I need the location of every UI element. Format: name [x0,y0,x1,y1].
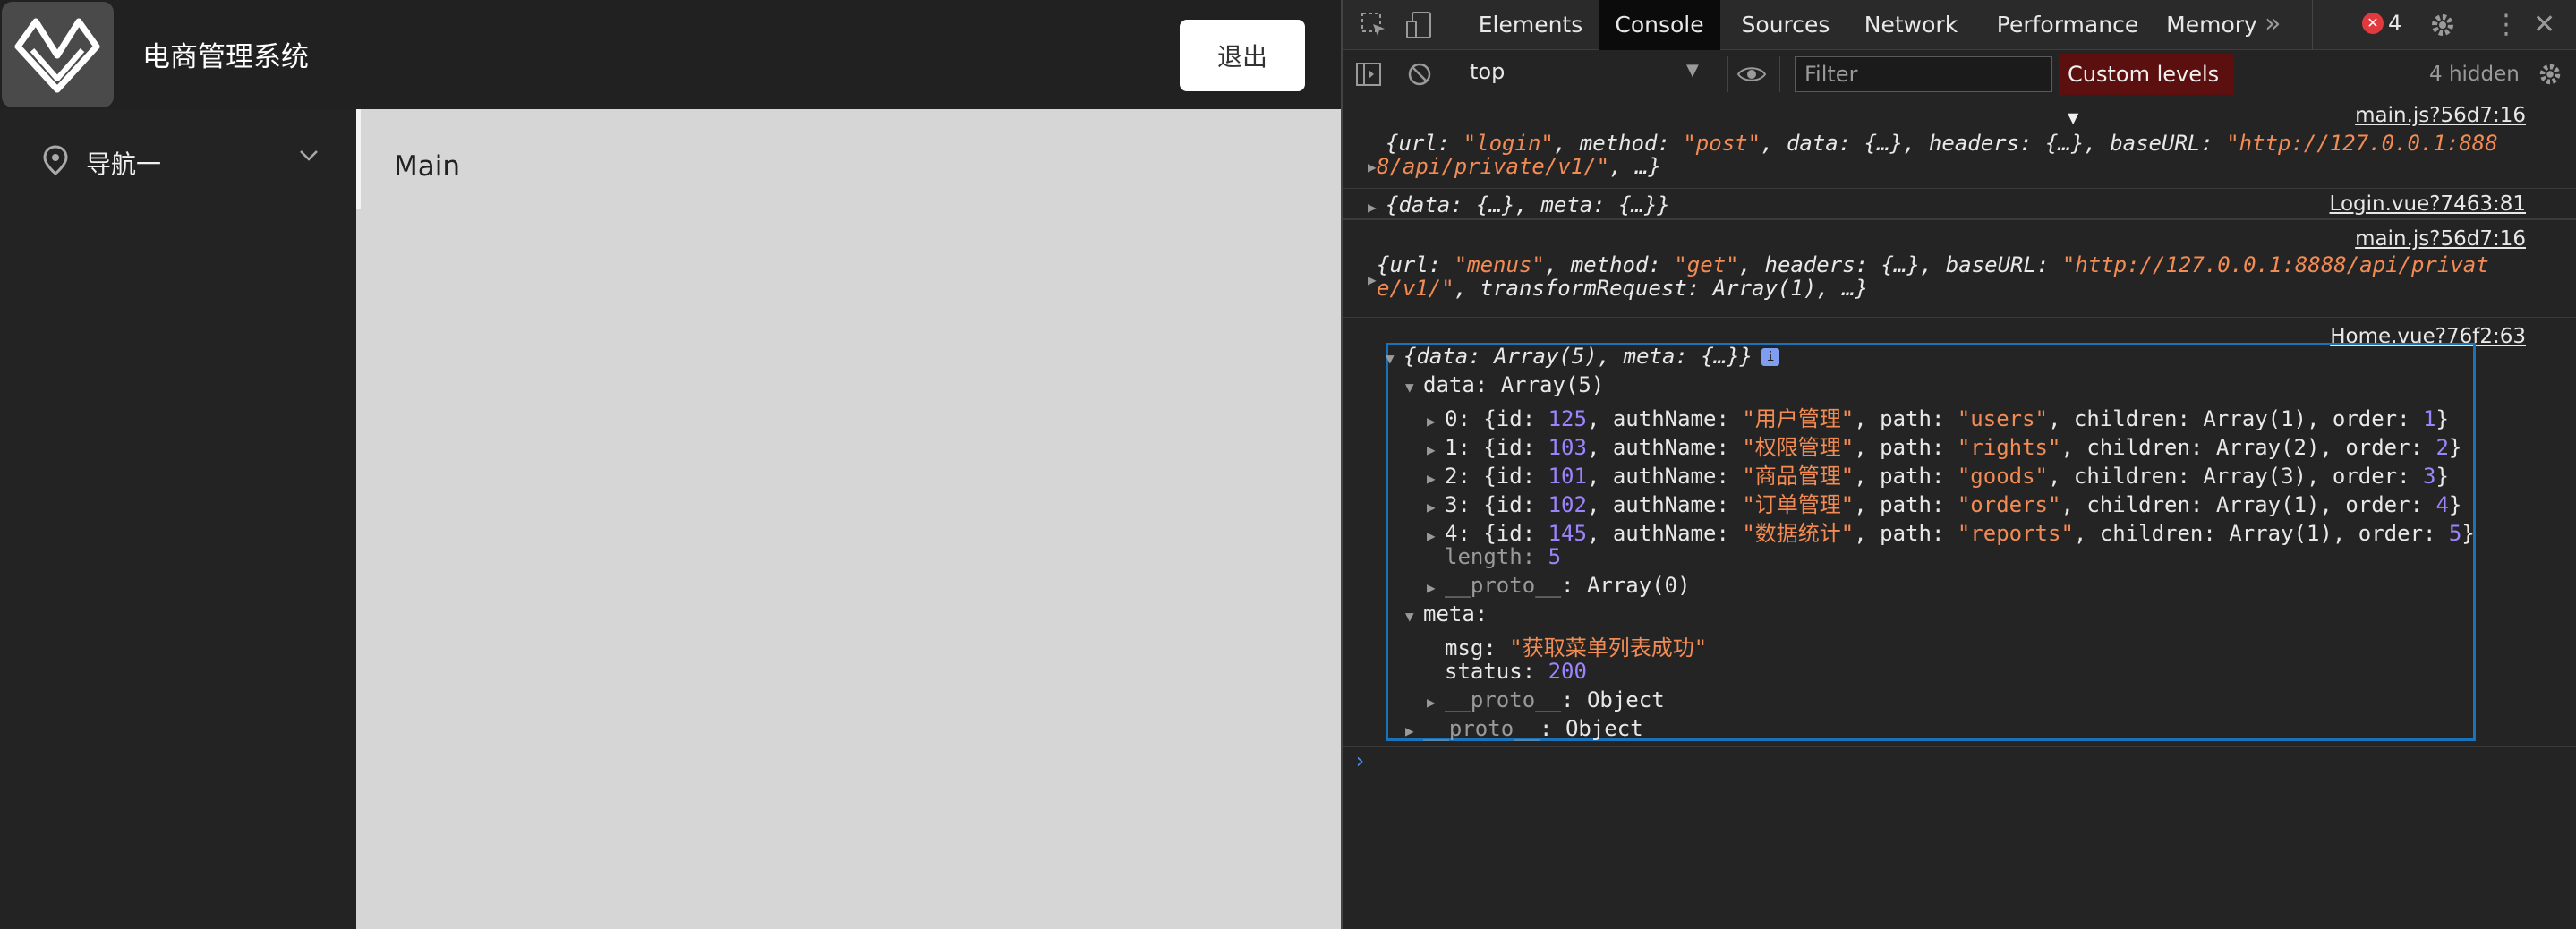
proto-row[interactable]: ▶ __proto__: Array(0) [1427,573,1691,598]
main-title: Main [394,150,461,183]
main-divider [356,109,361,209]
filter-input[interactable]: Filter [1795,56,2052,92]
log-line: {url: "menus", method: "get", headers: {… [1377,252,2489,277]
main-content: Main [356,109,1341,929]
log-levels-label: Custom levels [2068,62,2220,87]
info-icon[interactable]: i [1761,348,1780,366]
chevron-down-icon [300,150,318,161]
tab-sources[interactable]: Sources [1727,0,1844,50]
data-row[interactable]: ▶ 2: {id: 101, authName: "商品管理", path: "g… [1427,458,2449,490]
gear-icon[interactable] [2537,61,2563,88]
sidebar-item-nav1[interactable]: 导航一 [0,109,356,215]
meta-node[interactable]: ▼ meta: [1405,601,1488,626]
tab-performance[interactable]: Performance [1980,0,2155,50]
tab-divider [2312,0,2313,50]
kebab-icon[interactable]: ⋮ [2493,7,2520,43]
data-row[interactable]: ▶ 3: {id: 102, authName: "订单管理", path: "o… [1427,487,2461,518]
more-tabs-icon[interactable]: » [2265,0,2281,50]
prompt-icon[interactable]: › [1353,748,1366,773]
tab-console[interactable]: Console [1599,0,1720,50]
data-row[interactable]: ▶ 1: {id: 103, authName: "权限管理", path: "r… [1427,430,2461,461]
toolbar-divider [1779,56,1780,92]
length-row: length: 5 [1445,544,1562,569]
object-root[interactable]: ▼ {data: Array(5), meta: {…}} i [1386,344,1780,369]
log-levels-select[interactable]: Custom levels ▼ [2059,54,2234,126]
error-count[interactable]: 4 [2388,11,2401,36]
clear-console-icon[interactable] [1407,62,1432,87]
console-output: main.js?56d7:16 {url: "login", method: "… [1343,98,2576,929]
eye-icon[interactable] [1736,64,1767,84]
sidebar-item-label: 导航一 [86,149,162,179]
close-icon[interactable]: ✕ [2533,7,2555,43]
hidden-count: 4 hidden [2429,63,2520,86]
app-title: 电商管理系统 [142,41,309,73]
tab-memory[interactable]: Memory [2150,0,2273,50]
sidebar-toggle-icon[interactable] [1355,62,1382,87]
source-link[interactable]: main.js?56d7:16 [2355,104,2526,127]
log-line: {url: "login", method: "post", data: {…}… [1368,131,2498,156]
tab-elements[interactable]: Elements [1468,0,1593,50]
error-icon[interactable]: ✕ [2362,13,2384,34]
inspect-icon[interactable] [1361,12,1387,38]
logo-icon [2,2,114,107]
logout-button[interactable]: 退出 [1180,20,1305,91]
app-window: 电商管理系统 退出 导航一 Main [0,0,1341,929]
proto-row[interactable]: ▶ __proto__: Object [1427,687,1665,712]
log-line: 8/api/private/v1/", …} [1377,154,1661,179]
console-entry[interactable]: Login.vue?7463:81 ▶ {data: {…}, meta: {…}… [1343,188,2576,220]
sidebar: 导航一 [0,109,356,929]
msg-row: msg: "获取菜单列表成功" [1445,635,1708,661]
context-select[interactable]: top [1470,59,1505,84]
data-row[interactable]: ▶ 0: {id: 125, authName: "用户管理", path: "u… [1427,401,2449,432]
devtools-tabbar: Elements Console Sources Network Perform… [1343,0,2576,50]
status-row: status: 200 [1445,659,1587,684]
proto-row[interactable]: ▶ __proto__: Object [1405,716,1643,741]
log-line: e/v1/", transformRequest: Array(1), …} [1377,276,1869,301]
location-pin-icon [43,145,68,175]
log-line: ▶ {data: {…}, meta: {…}} [1368,192,1670,217]
toolbar-divider [1727,56,1728,92]
device-icon[interactable] [1405,11,1432,39]
source-link[interactable]: Login.vue?7463:81 [2330,192,2526,216]
gear-icon[interactable] [2428,11,2457,39]
data-node[interactable]: ▼ data: Array(5) [1405,372,1604,397]
data-row[interactable]: ▶ 4: {id: 145, authName: "数据统计", path: "r… [1427,516,2475,547]
source-link[interactable]: main.js?56d7:16 [2355,227,2526,251]
tab-network[interactable]: Network [1849,0,1973,50]
console-toolbar: top ▼ Filter Custom levels ▼ 4 hidden [1343,50,2576,126]
devtools-panel: Elements Console Sources Network Perform… [1341,0,2576,929]
chevron-down-icon[interactable]: ▼ [1686,61,1699,80]
app-header: 电商管理系统 退出 [0,0,1341,109]
console-entry[interactable]: main.js?56d7:16 {url: "menus", method: "… [1343,224,2576,318]
